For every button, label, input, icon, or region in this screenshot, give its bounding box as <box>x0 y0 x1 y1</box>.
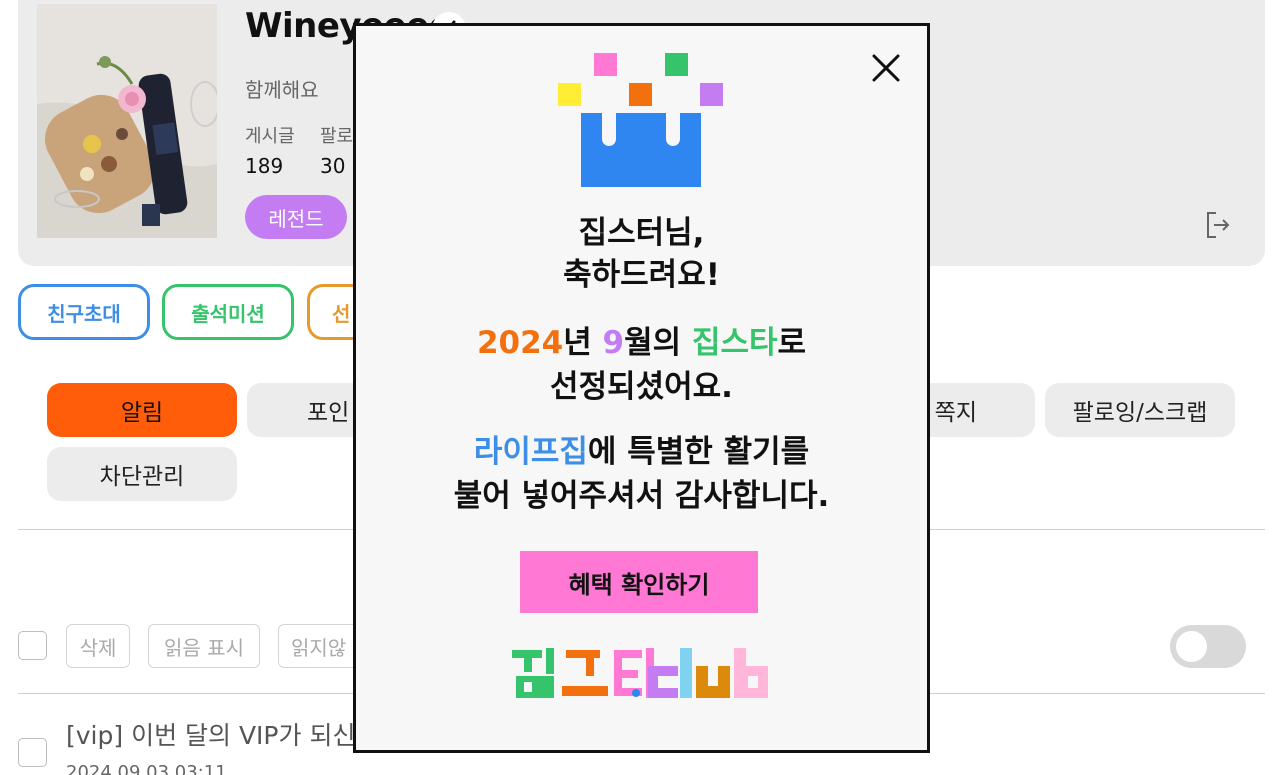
select-all-checkbox[interactable] <box>18 631 47 660</box>
selection-line-2: 선정되셨어요. <box>550 369 733 405</box>
tab-alarm[interactable]: 알림 <box>47 383 237 437</box>
award-suffix: 로 <box>777 325 807 361</box>
profile-bio: 함께해요 <box>245 78 319 102</box>
delete-button[interactable]: 삭제 <box>66 624 130 668</box>
zipsta-club-logo <box>510 646 778 706</box>
stat-value: 30 <box>320 154 346 178</box>
stat-label: 팔로 <box>320 126 354 147</box>
thanks-text: 라이프집에 특별한 활기를 불어 넣어주셔서 감사합니다. <box>356 430 927 518</box>
congrats-line-2: 축하드려요! <box>563 257 720 293</box>
close-icon[interactable] <box>868 50 904 86</box>
profile-avatar[interactable] <box>37 4 217 238</box>
selection-line-1: 2024년 9월의 집스타로 <box>356 321 927 365</box>
award-month: 9 <box>602 325 625 361</box>
stat-posts[interactable]: 게시글 189 <box>245 122 295 178</box>
notification-toggle[interactable] <box>1170 625 1246 668</box>
invite-friends-button[interactable]: 친구초대 <box>18 284 150 340</box>
brand-name: 라이프집 <box>473 434 588 470</box>
check-benefit-button[interactable]: 혜택 확인하기 <box>520 551 758 613</box>
stat-label: 게시글 <box>245 126 295 147</box>
thanks-line-2: 불어 넣어주셔서 감사합니다. <box>453 478 830 514</box>
logout-icon[interactable] <box>1204 210 1232 240</box>
attendance-mission-button[interactable]: 출석미션 <box>162 284 294 340</box>
stat-value: 189 <box>245 154 284 178</box>
year-suffix: 년 <box>563 325 603 361</box>
crown-icon <box>558 53 724 192</box>
stat-followers[interactable]: 팔로 30 <box>320 122 353 178</box>
congrats-line-1: 집스터님, <box>578 215 705 251</box>
grade-badge[interactable]: 레전드 <box>245 195 347 239</box>
thanks-line-1-suffix: 에 특별한 활기를 <box>587 434 810 470</box>
tab-block-management[interactable]: 차단관리 <box>47 447 237 501</box>
tab-following-scrap[interactable]: 팔로잉/스크랩 <box>1045 383 1235 437</box>
award-year: 2024 <box>476 325 564 361</box>
month-suffix: 월의 <box>624 325 692 361</box>
award-title: 집스타 <box>691 325 778 361</box>
thanks-line-1: 라이프집에 특별한 활기를 <box>356 430 927 474</box>
notification-date: 2024.09.03 03:11 <box>66 762 227 775</box>
notification-text[interactable]: [vip] 이번 달의 VIP가 되신 <box>66 716 355 752</box>
notification-checkbox[interactable] <box>18 738 47 767</box>
mark-read-button[interactable]: 읽음 표시 <box>148 624 260 668</box>
award-modal: 집스터님, 축하드려요! 2024년 9월의 집스타로 선정되셨어요. 라이프집… <box>353 23 930 753</box>
congrats-text: 집스터님, 축하드려요! <box>356 212 927 296</box>
selection-text: 2024년 9월의 집스타로 선정되셨어요. <box>356 321 927 409</box>
